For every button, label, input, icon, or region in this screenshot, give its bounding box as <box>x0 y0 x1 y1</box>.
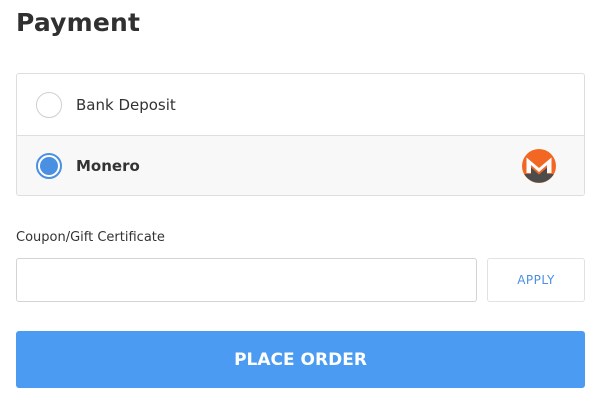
place-order-button[interactable]: PLACE ORDER <box>16 331 585 388</box>
payment-methods-list: Bank Deposit Monero <box>16 73 585 196</box>
radio-selected-dot <box>40 156 58 175</box>
payment-method-label: Monero <box>76 156 140 175</box>
payment-method-label: Bank Deposit <box>76 95 176 114</box>
payment-method-bank-deposit[interactable]: Bank Deposit <box>17 74 584 135</box>
coupon-input[interactable] <box>16 258 477 302</box>
bank-deposit-radio[interactable] <box>36 91 62 118</box>
payment-method-monero[interactable]: Monero <box>17 135 584 195</box>
monero-radio[interactable] <box>36 152 62 179</box>
monero-logo-icon <box>522 149 556 183</box>
page-title: Payment <box>16 8 141 37</box>
apply-coupon-button[interactable]: APPLY <box>487 258 585 302</box>
coupon-label: Coupon/Gift Certificate <box>16 230 165 245</box>
